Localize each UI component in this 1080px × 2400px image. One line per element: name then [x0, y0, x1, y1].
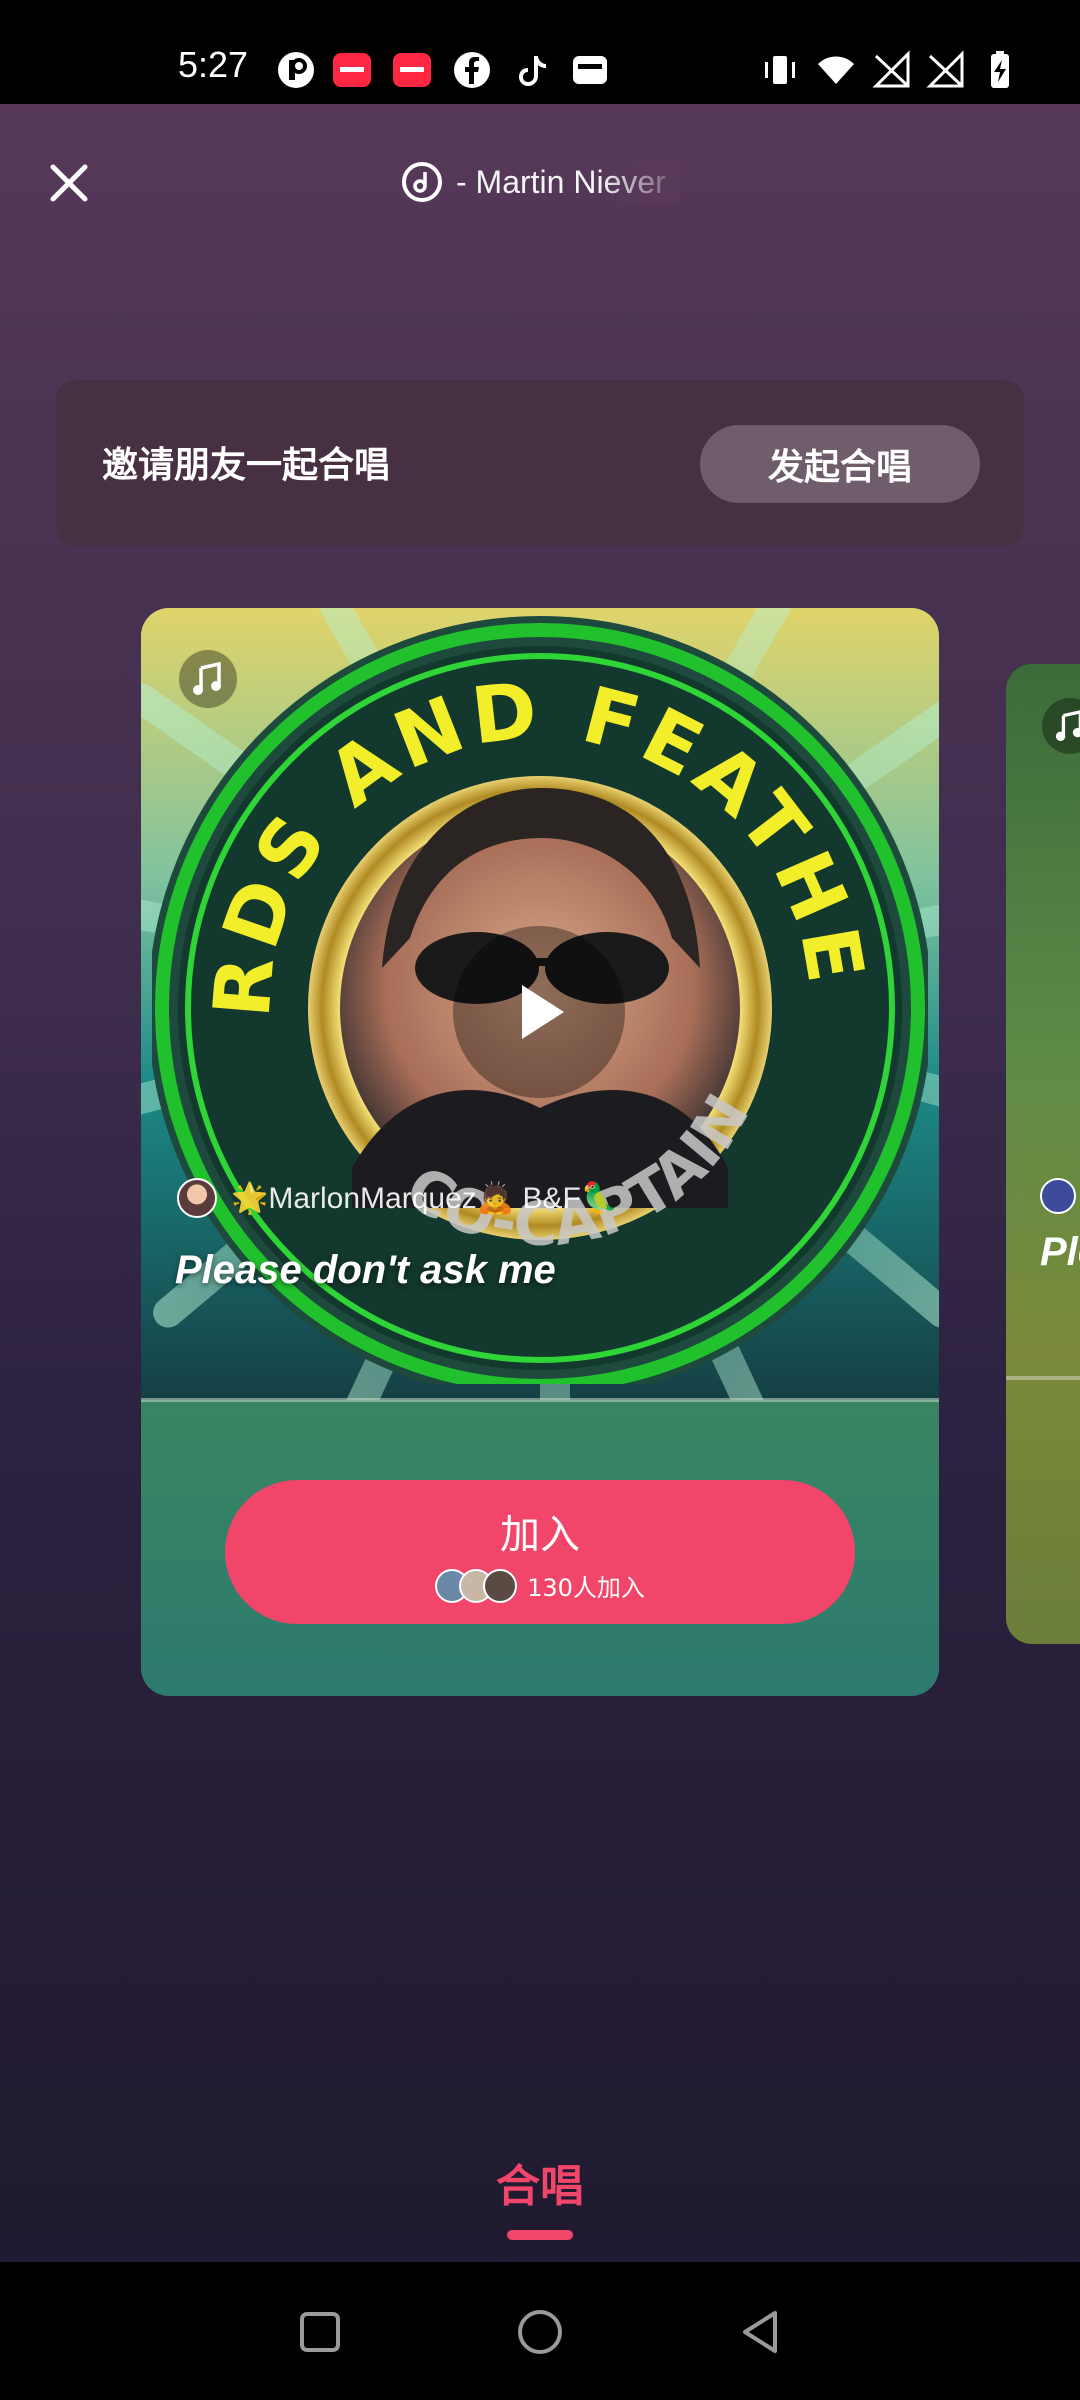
author-name: 🌟MarlonMarquez🙇 B&F🦜	[231, 1181, 619, 1215]
status-time: 5:27	[178, 44, 249, 85]
close-icon	[50, 164, 88, 202]
join-participants: 130人加入	[225, 1568, 855, 1603]
back-icon	[743, 2311, 777, 2353]
signal-off-icon	[872, 50, 912, 90]
avatar	[177, 1178, 217, 1218]
navigation-bar	[0, 2262, 1080, 2400]
next-chorus-card[interactable]: Ple	[1006, 664, 1080, 1644]
invite-text: 邀请朋友一起合唱	[102, 445, 391, 486]
tiktok-icon	[512, 50, 552, 90]
back-button[interactable]	[730, 2302, 790, 2362]
signal-off-icon	[926, 50, 966, 90]
recents-button[interactable]	[290, 2302, 350, 2362]
xiaohongshu-icon	[332, 50, 372, 90]
wifi-icon	[816, 50, 856, 90]
screen: 5:27 - Martin Niever 邀请朋友一起合唱 发起合唱 RDS A…	[0, 0, 1080, 2400]
p-app-icon	[276, 50, 316, 90]
home-button[interactable]	[510, 2302, 570, 2362]
join-count: 130人加入	[527, 1574, 645, 1602]
tab-chorus[interactable]: 合唱	[0, 2150, 1080, 2214]
recents-icon	[300, 2312, 340, 2352]
chorus-card[interactable]: BIRDS AND FEATHERS CO-CAPTAIN	[141, 608, 939, 1696]
card-divider	[1006, 1376, 1080, 1380]
tab-indicator	[507, 2230, 573, 2240]
battery-charging-icon	[980, 50, 1020, 90]
join-label: 加入	[500, 1512, 580, 1558]
music-badge	[179, 650, 237, 708]
music-note-icon	[193, 662, 221, 695]
start-chorus-button[interactable]: 发起合唱	[700, 425, 980, 503]
author-info[interactable]: 🌟MarlonMarquez🙇 B&F🦜	[177, 1178, 618, 1218]
close-button[interactable]	[42, 156, 96, 210]
vibrate-icon	[760, 50, 800, 90]
lyric-text: Ple	[1040, 1230, 1080, 1274]
wallet-icon	[570, 50, 610, 90]
music-note-icon	[1055, 710, 1080, 742]
music-disc-icon	[402, 162, 442, 202]
xiaohongshu-icon	[392, 50, 432, 90]
join-button[interactable]: 加入 130人加入	[225, 1480, 855, 1624]
participant-avatars	[435, 1568, 518, 1603]
play-button[interactable]	[453, 926, 625, 1098]
card-divider	[141, 1398, 939, 1402]
play-icon	[522, 985, 564, 1039]
song-title[interactable]: - Martin Niever	[400, 160, 680, 204]
fade-mask	[600, 160, 680, 204]
facebook-icon	[452, 50, 492, 90]
home-icon	[518, 2310, 562, 2354]
cover-image[interactable]: BIRDS AND FEATHERS CO-CAPTAIN	[141, 608, 939, 1400]
avatar	[1040, 1178, 1076, 1214]
invite-panel: 邀请朋友一起合唱 发起合唱	[56, 380, 1024, 546]
lyric-text: Please don't ask me	[175, 1248, 556, 1292]
status-bar: 5:27	[0, 0, 1080, 104]
music-badge	[1042, 698, 1080, 754]
